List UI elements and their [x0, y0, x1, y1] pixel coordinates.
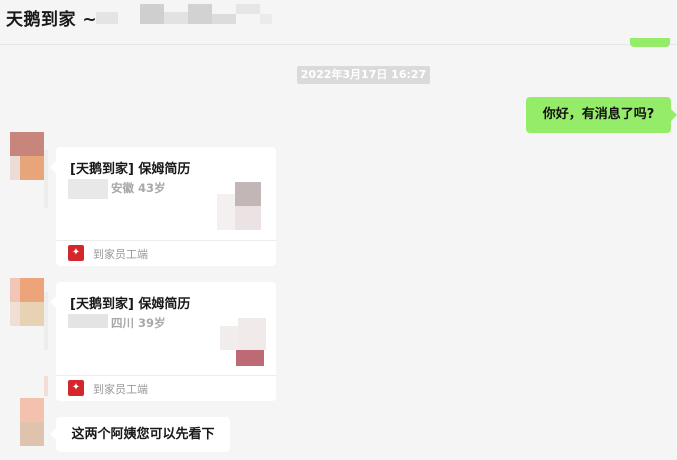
outgoing-message[interactable]: 你好，有消息了吗? [526, 97, 677, 133]
resume-card[interactable]: [天鹅到家] 保姆简历 四川 39岁 ✦ 到家员工端 [50, 282, 276, 402]
redacted-name [212, 14, 236, 24]
contact-avatar[interactable] [10, 278, 44, 326]
avatar-edge [44, 292, 48, 350]
redacted-name [140, 4, 164, 24]
resume-card[interactable]: [天鹅到家] 保姆简历 安徽 43岁 ✦ 到家员工端 [50, 147, 276, 267]
chat-title[interactable]: 天鹅到家 ~ [6, 5, 97, 30]
card-title: [天鹅到家] 保姆简历 [70, 162, 191, 177]
contact-avatar[interactable] [10, 132, 44, 180]
card-meta: 四川 39岁 [111, 316, 166, 330]
incoming-message[interactable]: 这两个阿姨您可以先看下 [50, 417, 230, 452]
contact-avatar[interactable] [20, 398, 44, 446]
avatar-edge [44, 376, 48, 396]
previous-message-bubble-edge [630, 38, 670, 47]
redacted-name [188, 4, 212, 24]
card-footer: ✦ 到家员工端 [56, 240, 276, 267]
redacted-name [68, 179, 108, 199]
swan-app-icon: ✦ [68, 380, 84, 396]
card-meta: 安徽 43岁 [111, 181, 166, 195]
chat-header: 天鹅到家 ~ [0, 0, 677, 45]
card-title: [天鹅到家] 保姆简历 [70, 297, 191, 312]
card-thumbnail [220, 318, 266, 366]
redacted-name [68, 314, 108, 328]
redacted-name [260, 14, 272, 24]
app-name: 到家员工端 [93, 248, 148, 261]
card-thumbnail [217, 182, 261, 230]
card-footer: ✦ 到家员工端 [56, 375, 276, 402]
app-name: 到家员工端 [93, 383, 148, 396]
redacted-name [96, 12, 118, 24]
redacted-name [236, 4, 260, 14]
swan-app-icon: ✦ [68, 245, 84, 261]
avatar-edge [44, 150, 48, 208]
redacted-name [164, 12, 188, 24]
message-timestamp: 2022年3月17日 16:27 [297, 66, 430, 84]
